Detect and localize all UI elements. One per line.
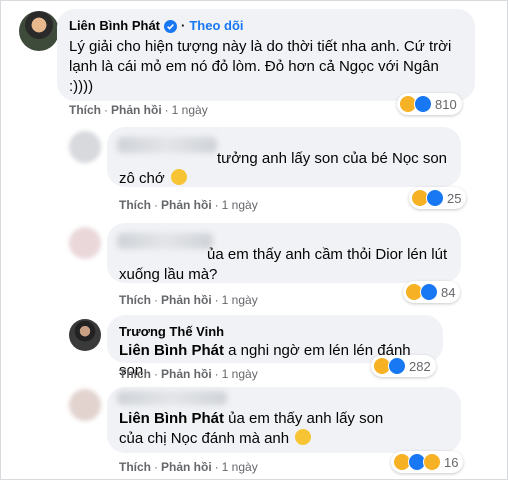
author-name[interactable]: Liên Bình Phát (69, 17, 160, 35)
comment-actions: Thích · Phản hồi · 1 ngày (69, 103, 208, 117)
separator-dot: · (154, 460, 158, 474)
reaction-summary[interactable]: 25 (409, 187, 467, 209)
timestamp[interactable]: 1 ngày (172, 103, 208, 117)
timestamp[interactable]: 1 ngày (222, 460, 258, 474)
reply-button[interactable]: Phản hồi (161, 293, 212, 307)
grinning-emoji-icon (170, 169, 187, 185)
timestamp[interactable]: 1 ngày (222, 367, 258, 381)
comment-bubble: tưởng anh lấy son của bé Nọc son zô chớ (107, 127, 461, 187)
redacted-author (117, 391, 227, 405)
reaction-count: 25 (447, 190, 462, 206)
timestamp[interactable]: 1 ngày (222, 293, 258, 307)
avatar[interactable] (69, 319, 101, 351)
separator-dot: · (214, 293, 219, 307)
comment-bubble: Liên Bình Phát ủa em thấy anh lấy son củ… (107, 387, 461, 453)
like-reaction-icon (414, 95, 432, 113)
reply-button[interactable]: Phản hồi (161, 198, 212, 212)
like-button[interactable]: Thích (69, 103, 101, 117)
reaction-count: 810 (435, 96, 457, 112)
reaction-summary[interactable]: 810 (397, 93, 462, 115)
author-name[interactable]: Trương Thế Vinh (119, 323, 224, 341)
like-reaction-icon (388, 357, 406, 375)
comment-actions: Thích · Phản hồi · 1 ngày (119, 460, 258, 474)
like-reaction-icon (420, 283, 438, 301)
separator-dot: · (181, 18, 186, 33)
like-button[interactable]: Thích (119, 460, 151, 474)
separator-dot: · (214, 367, 219, 381)
verified-badge-icon (164, 19, 177, 33)
comment-actions: Thích · Phản hồi · 1 ngày (119, 293, 258, 307)
mention-link[interactable]: Liên Bình Phát (119, 342, 224, 359)
separator-dot: · (164, 103, 169, 117)
like-reaction-icon (426, 189, 444, 207)
reaction-count: 16 (444, 454, 459, 470)
comment-text-content: tưởng anh lấy son của bé Nọc son zô chớ (119, 150, 448, 187)
reply-button[interactable]: Phản hồi (161, 460, 212, 474)
reaction-summary[interactable]: 16 (391, 451, 464, 473)
reply-button[interactable]: Phản hồi (111, 103, 162, 117)
comments-panel: Liên Bình Phát · Theo dõi Lý giải cho hi… (0, 0, 508, 480)
sad-reaction-icon (423, 453, 441, 471)
comment-text: Lý giải cho hiện tượng này là do thời ti… (69, 38, 452, 95)
mention-link[interactable]: Liên Bình Phát (119, 410, 224, 427)
follow-button[interactable]: Theo dõi (189, 17, 243, 35)
comment-text: tưởng anh lấy son của bé Nọc son zô chớ (119, 149, 449, 189)
avatar[interactable] (69, 389, 101, 421)
avatar[interactable] (69, 227, 101, 259)
like-button[interactable]: Thích (119, 293, 151, 307)
separator-dot: · (154, 367, 158, 381)
like-button[interactable]: Thích (119, 367, 151, 381)
separator-dot: · (104, 103, 108, 117)
comment-header: Trương Thế Vinh (119, 323, 431, 341)
comment-bubble: ủa em thấy anh cầm thỏi Dior lén lút xuố… (107, 223, 461, 283)
reaction-summary[interactable]: 282 (371, 355, 436, 377)
reply-button[interactable]: Phản hồi (161, 367, 212, 381)
separator-dot: · (214, 198, 219, 212)
comment-header: Liên Bình Phát · Theo dõi (69, 17, 463, 35)
separator-dot: · (154, 293, 158, 307)
timestamp[interactable]: 1 ngày (222, 198, 258, 212)
comment-actions: Thích · Phản hồi · 1 ngày (119, 367, 258, 381)
comment-text: ủa em thấy anh cầm thỏi Dior lén lút xuố… (119, 246, 448, 283)
separator-dot: · (154, 198, 158, 212)
reaction-count: 84 (441, 284, 456, 300)
avatar[interactable] (19, 11, 59, 51)
rofl-emoji-icon (295, 429, 312, 445)
comment-actions: Thích · Phản hồi · 1 ngày (119, 198, 258, 212)
comment-text: Liên Bình Phát ủa em thấy anh lấy son củ… (119, 409, 399, 449)
reaction-summary[interactable]: 84 (403, 281, 461, 303)
avatar[interactable] (69, 131, 101, 163)
comment-bubble: Liên Bình Phát · Theo dõi Lý giải cho hi… (57, 9, 475, 101)
reaction-count: 282 (409, 358, 431, 374)
like-button[interactable]: Thích (119, 198, 151, 212)
separator-dot: · (214, 460, 219, 474)
